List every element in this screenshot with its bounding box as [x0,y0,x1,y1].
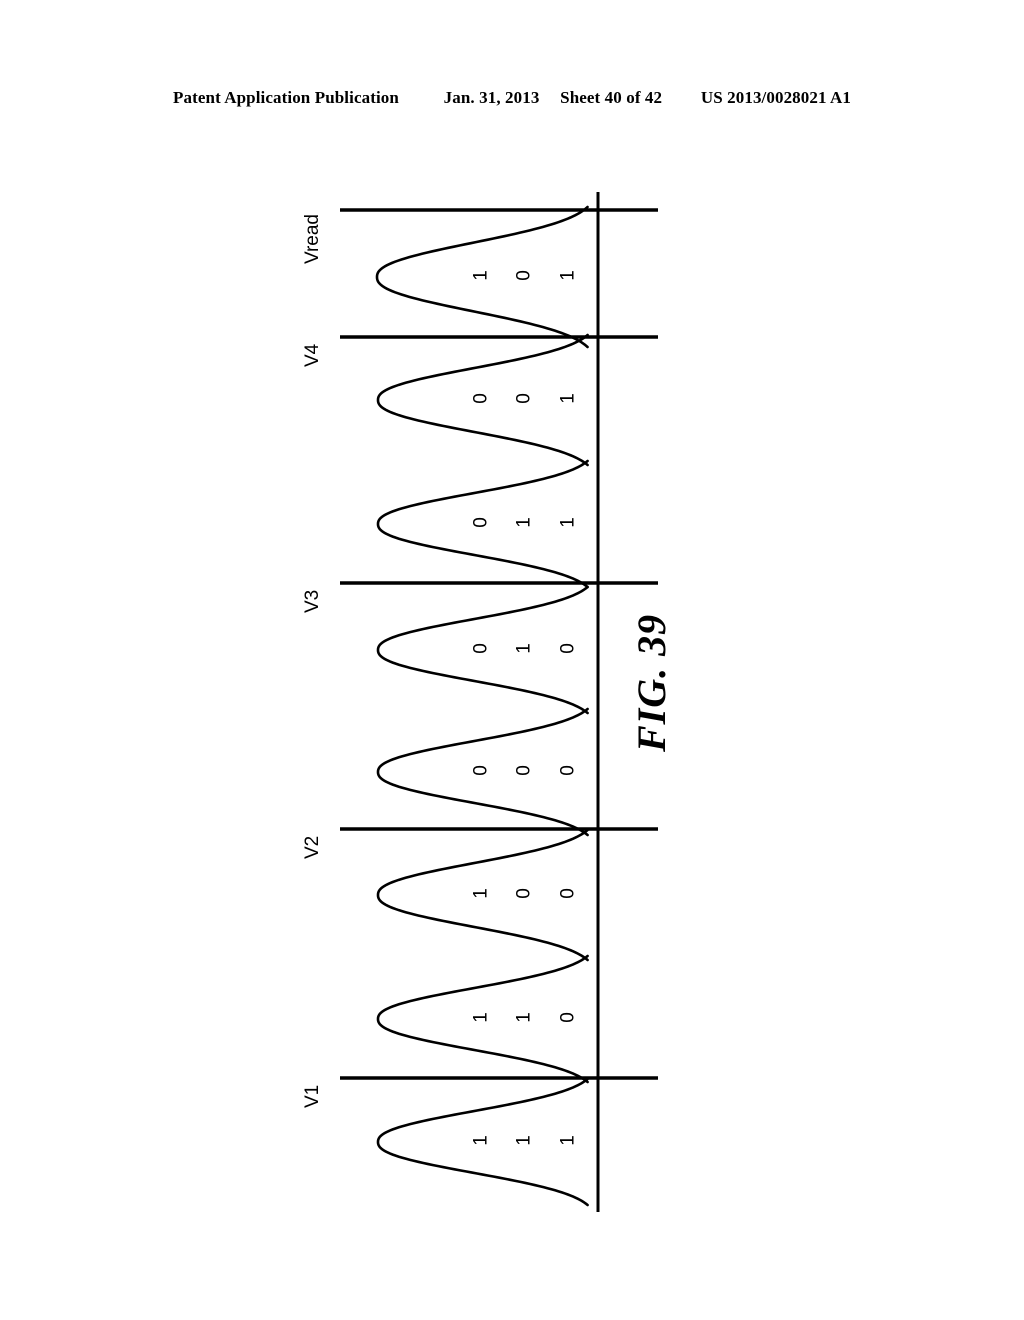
bit-label-010-0: 0 [470,643,492,654]
bit-label-110-1: 1 [513,1012,535,1023]
bit-label-011-2: 1 [557,517,579,528]
bit-label-111-2: 1 [557,1135,579,1146]
patent-page: Patent Application Publication Jan. 31, … [0,0,1024,1320]
threshold-label-v1: V1 [302,1084,323,1108]
bit-label-000-0: 0 [470,765,492,776]
bit-label-001-1: 0 [513,393,535,404]
bit-label-000-2: 0 [557,765,579,776]
figure-39-drawing: Vread V4 V3 V2 V1 1 0 1 0 0 1 0 1 1 0 1 0 0 0 0 1 0 0 1 1 0 1 1 1 F… [0,0,1024,1320]
bit-label-001-0: 0 [470,393,492,404]
bit-label-010-1: 1 [513,643,535,654]
bit-label-101-2: 1 [557,270,579,281]
bit-label-100-0: 1 [470,888,492,899]
bit-label-001-2: 1 [557,393,579,404]
threshold-label-v3: V3 [302,589,323,613]
bit-label-101-0: 1 [470,270,492,281]
threshold-lines-group [340,208,658,1080]
bit-label-111-1: 1 [513,1135,535,1146]
bit-label-010-2: 0 [557,643,579,654]
bit-label-111-0: 1 [470,1135,492,1146]
bit-label-101-1: 0 [513,270,535,281]
bit-label-110-2: 0 [557,1012,579,1023]
threshold-label-v4: V4 [302,343,323,367]
bit-label-110-0: 1 [470,1012,492,1023]
bit-label-011-0: 0 [470,517,492,528]
figure-caption: FIG. 39 [629,613,674,752]
bit-label-100-1: 0 [513,888,535,899]
distribution-curves-group [375,205,589,1207]
bit-label-100-2: 0 [557,888,579,899]
bit-label-000-1: 0 [513,765,535,776]
bit-label-011-1: 1 [513,517,535,528]
threshold-label-vread: Vread [302,214,323,264]
threshold-label-v2: V2 [302,835,323,859]
threshold-voltage-distribution-chart [340,192,658,1212]
